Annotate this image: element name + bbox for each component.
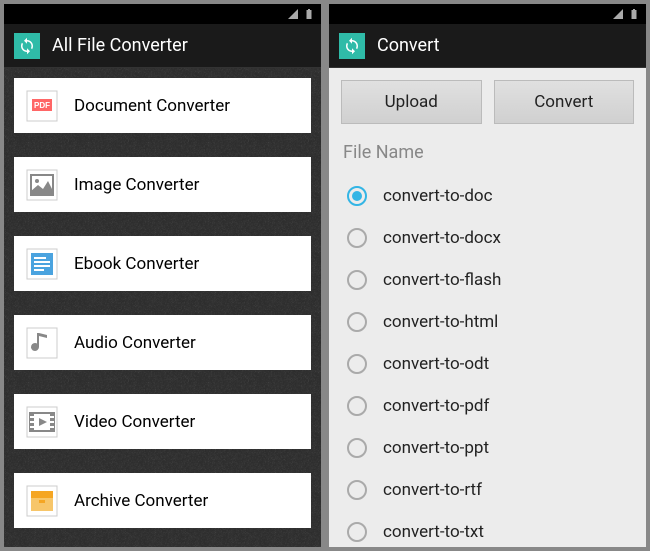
item-label: Ebook Converter <box>74 254 199 274</box>
battery-icon <box>628 8 640 20</box>
radio-option[interactable]: convert-to-odt <box>341 343 634 385</box>
title-bar: Convert <box>329 24 646 68</box>
battery-icon <box>303 8 315 20</box>
signal-icon <box>287 8 299 20</box>
item-label: Image Converter <box>74 175 199 195</box>
radio-label: convert-to-pdf <box>383 396 489 416</box>
radio-label: convert-to-rtf <box>383 480 482 500</box>
audio-icon <box>26 327 58 359</box>
item-document-converter[interactable]: PDF Document Converter <box>14 78 311 133</box>
svg-text:PDF: PDF <box>34 101 50 110</box>
convert-button[interactable]: Convert <box>494 80 635 124</box>
archive-icon <box>26 485 58 517</box>
radio-icon <box>347 396 367 416</box>
image-icon <box>26 169 58 201</box>
radio-option[interactable]: convert-to-ppt <box>341 427 634 469</box>
convert-screen: Upload Convert File Name convert-to-doc … <box>329 68 646 547</box>
item-image-converter[interactable]: Image Converter <box>14 157 311 212</box>
converter-list: PDF Document Converter Image Converter E… <box>4 68 321 547</box>
radio-option[interactable]: convert-to-flash <box>341 259 634 301</box>
radio-label: convert-to-html <box>383 312 498 332</box>
radio-icon <box>347 522 367 542</box>
radio-option[interactable]: convert-to-doc <box>341 175 634 217</box>
radio-label: convert-to-docx <box>383 228 501 248</box>
radio-label: convert-to-odt <box>383 354 489 374</box>
title: Convert <box>377 35 440 56</box>
radio-option[interactable]: convert-to-txt <box>341 511 634 547</box>
radio-icon <box>347 228 367 248</box>
signal-icon <box>612 8 624 20</box>
item-label: Video Converter <box>74 412 195 432</box>
section-label: File Name <box>341 142 634 163</box>
radio-icon <box>347 480 367 500</box>
status-bar <box>4 4 321 24</box>
radio-icon <box>347 312 367 332</box>
item-audio-converter[interactable]: Audio Converter <box>14 315 311 370</box>
radio-label: convert-to-flash <box>383 270 501 290</box>
app-icon <box>14 33 40 59</box>
phone-right: Convert Upload Convert File Name convert… <box>329 4 646 547</box>
ebook-icon <box>26 248 58 280</box>
video-icon <box>26 406 58 438</box>
phone-left: All File Converter PDF Document Converte… <box>4 4 321 547</box>
radio-option[interactable]: convert-to-rtf <box>341 469 634 511</box>
radio-icon <box>347 186 367 206</box>
item-label: Archive Converter <box>74 491 208 511</box>
pdf-icon: PDF <box>26 90 58 122</box>
status-bar <box>329 4 646 24</box>
radio-icon <box>347 354 367 374</box>
radio-icon <box>347 270 367 290</box>
radio-label: convert-to-ppt <box>383 438 489 458</box>
item-video-converter[interactable]: Video Converter <box>14 394 311 449</box>
item-label: Audio Converter <box>74 333 196 353</box>
app-icon <box>339 33 365 59</box>
radio-group: convert-to-doc convert-to-docx convert-t… <box>341 175 634 547</box>
button-row: Upload Convert <box>341 80 634 124</box>
title: All File Converter <box>52 35 188 56</box>
radio-icon <box>347 438 367 458</box>
radio-option[interactable]: convert-to-docx <box>341 217 634 259</box>
item-archive-converter[interactable]: Archive Converter <box>14 473 311 528</box>
item-label: Document Converter <box>74 96 230 116</box>
radio-option[interactable]: convert-to-pdf <box>341 385 634 427</box>
radio-label: convert-to-doc <box>383 186 493 206</box>
title-bar: All File Converter <box>4 24 321 68</box>
upload-button[interactable]: Upload <box>341 80 482 124</box>
radio-label: convert-to-txt <box>383 522 484 542</box>
item-ebook-converter[interactable]: Ebook Converter <box>14 236 311 291</box>
radio-option[interactable]: convert-to-html <box>341 301 634 343</box>
